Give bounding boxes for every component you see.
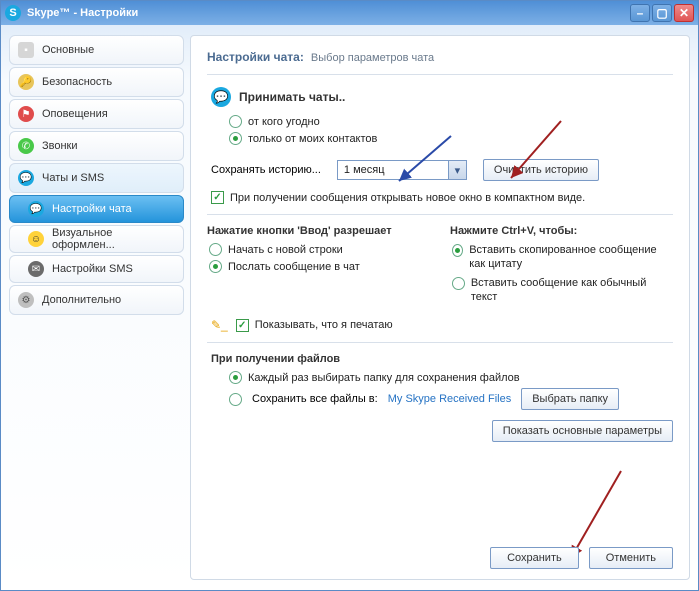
show-basic-params-button[interactable]: Показать основные параметры (492, 420, 673, 442)
radio-files-ask-label: Каждый раз выбирать папку для сохранения… (248, 372, 520, 384)
phone-icon: ✆ (18, 138, 34, 154)
files-path-link[interactable]: My Skype Received Files (388, 393, 512, 405)
smile-icon: ☺ (28, 231, 44, 247)
radio-contacts-only[interactable] (229, 132, 242, 145)
radio-enter-newline-label: Начать с новой строки (228, 244, 343, 256)
key-icon: 🔑 (18, 74, 34, 90)
sidebar-item-label: Безопасность (42, 76, 112, 88)
window-title: Skype™ - Настройки (27, 7, 630, 19)
files-title: При получении файлов (211, 353, 673, 365)
skype-logo-icon: S (5, 5, 21, 21)
radio-enter-send[interactable] (209, 260, 222, 273)
radio-enter-send-label: Послать сообщение в чат (228, 261, 360, 273)
sidebar-item-label: Визуальное оформлен... (52, 227, 175, 251)
ctrlv-title: Нажмите Ctrl+V, чтобы: (450, 225, 673, 237)
history-select[interactable]: 1 месяц ▾ (337, 160, 467, 180)
minimize-button[interactable]: – (630, 4, 650, 22)
sidebar-item-advanced[interactable]: ⚙ Дополнительно (9, 285, 184, 315)
sidebar-item-calls[interactable]: ✆ Звонки (9, 131, 184, 161)
compact-window-label: При получении сообщения открывать новое … (230, 192, 585, 204)
sidebar-item-label: Основные (42, 44, 94, 56)
main-header: Настройки чата: Выбор параметров чата (207, 50, 673, 75)
sidebar-item-chat-settings[interactable]: 💬 Настройки чата (9, 195, 184, 223)
save-button[interactable]: Сохранить (490, 547, 579, 569)
sidebar-item-notifications[interactable]: ⚑ Оповещения (9, 99, 184, 129)
flag-icon: ⚑ (18, 106, 34, 122)
radio-enter-newline[interactable] (209, 243, 222, 256)
gear-icon: ⚙ (18, 292, 34, 308)
sidebar: ▪ Основные 🔑 Безопасность ⚑ Оповещения ✆… (9, 35, 184, 580)
accept-chats-icon: 💬 (211, 87, 231, 107)
enter-key-title: Нажатие кнопки 'Ввод' разрешает (207, 225, 430, 237)
radio-ctrlv-quote-label: Вставить скопированное сообщение как цит… (469, 243, 673, 272)
accept-chats-title: Принимать чаты.. (239, 90, 345, 104)
phone-sms-icon: ✉ (28, 261, 44, 277)
radio-files-ask[interactable] (229, 371, 242, 384)
sidebar-item-label: Дополнительно (42, 294, 121, 306)
pencil-icon: ✎_ (211, 318, 228, 332)
sidebar-item-general[interactable]: ▪ Основные (9, 35, 184, 65)
radio-files-saveall[interactable] (229, 393, 242, 406)
sidebar-item-sms-settings[interactable]: ✉ Настройки SMS (9, 255, 184, 283)
radio-ctrlv-plain[interactable] (452, 277, 465, 290)
typing-indicator-checkbox[interactable] (236, 319, 249, 332)
close-button[interactable]: ✕ (674, 4, 694, 22)
settings-window: S Skype™ - Настройки – ▢ ✕ ▪ Основные 🔑 … (0, 0, 699, 591)
maximize-button[interactable]: ▢ (652, 4, 672, 22)
sidebar-item-security[interactable]: 🔑 Безопасность (9, 67, 184, 97)
sidebar-item-label: Звонки (42, 140, 78, 152)
general-icon: ▪ (18, 42, 34, 58)
chat-icon: 💬 (18, 170, 34, 186)
chevron-down-icon: ▾ (448, 161, 466, 179)
sidebar-item-label: Настройки SMS (52, 263, 133, 275)
choose-folder-button[interactable]: Выбрать папку (521, 388, 619, 410)
main-panel: Настройки чата: Выбор параметров чата 💬 … (190, 35, 690, 580)
radio-contacts-only-label: только от моих контактов (248, 133, 377, 145)
history-select-value: 1 месяц (338, 164, 448, 176)
sidebar-item-chats[interactable]: 💬 Чаты и SMS (9, 163, 184, 193)
sidebar-item-appearance[interactable]: ☺ Визуальное оформлен... (9, 225, 184, 253)
compact-window-checkbox[interactable] (211, 191, 224, 204)
typing-indicator-label: Показывать, что я печатаю (255, 319, 393, 331)
cancel-button[interactable]: Отменить (589, 547, 673, 569)
sidebar-item-label: Настройки чата (52, 203, 132, 215)
sidebar-item-label: Чаты и SMS (42, 172, 104, 184)
radio-anyone-label: от кого угодно (248, 116, 320, 128)
radio-files-saveall-label: Сохранить все файлы в: (252, 393, 378, 405)
radio-ctrlv-quote[interactable] (452, 244, 463, 257)
radio-anyone[interactable] (229, 115, 242, 128)
clear-history-button[interactable]: Очистить историю (483, 159, 599, 181)
chat-settings-icon: 💬 (28, 201, 44, 217)
page-subtitle: Выбор параметров чата (311, 52, 434, 64)
radio-ctrlv-plain-label: Вставить сообщение как обычный текст (471, 276, 673, 305)
titlebar: S Skype™ - Настройки – ▢ ✕ (1, 1, 698, 25)
sidebar-item-label: Оповещения (42, 108, 108, 120)
page-title: Настройки чата: (207, 50, 304, 64)
history-label: Сохранять историю... (211, 164, 321, 176)
